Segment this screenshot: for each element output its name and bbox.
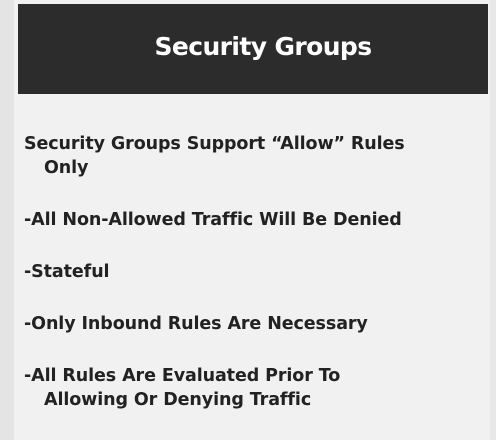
- slide-frame: Security Groups Security Groups Support …: [0, 0, 496, 440]
- bullet-point-rules-evaluated: -All Rules Are Evaluated Prior To Allowi…: [24, 364, 480, 412]
- title-banner: Security Groups: [18, 4, 488, 94]
- bullet-text-line1: -All Rules Are Evaluated Prior To: [24, 366, 341, 386]
- bullet-point-stateful: -Stateful: [24, 260, 480, 284]
- bullet-point-allow-rules: Security Groups Support “Allow” Rules On…: [24, 132, 480, 180]
- bullet-text-line1: Security Groups Support “Allow” Rules: [24, 134, 405, 154]
- bullet-point-inbound-rules: -Only Inbound Rules Are Necessary: [24, 312, 480, 336]
- bullet-list: Security Groups Support “Allow” Rules On…: [24, 132, 480, 412]
- slide-title: Security Groups: [154, 31, 372, 61]
- bullet-text-line1: -Stateful: [24, 262, 110, 282]
- bullet-text-line2: Only: [44, 158, 89, 178]
- bullet-point-denied-traffic: -All Non-Allowed Traffic Will Be Denied: [24, 208, 480, 232]
- bullet-text-line1: -All Non-Allowed Traffic Will Be Denied: [24, 210, 402, 230]
- bullet-text-line2: Allowing Or Denying Traffic: [44, 390, 312, 410]
- bullet-text-line1: -Only Inbound Rules Are Necessary: [24, 314, 368, 334]
